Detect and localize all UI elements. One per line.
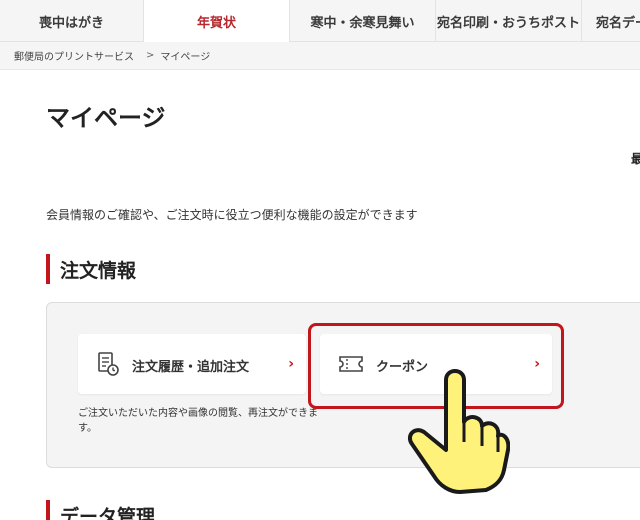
chevron-right-icon: › [288,356,294,372]
top-nav-tabs: 喪中はがき 年賀状 寒中・余寒見舞い 宛名印刷・おうちポスト 宛名デー [0,0,640,42]
page-title: マイページ [46,104,166,132]
page-intro-text: 会員情報のご確認や、ご注文時に役立つ便利な機能の設定ができます [46,208,418,222]
tab-address-printing[interactable]: 宛名印刷・おうちポスト [436,0,582,42]
section-title-orders: 注文情報 [60,259,137,282]
breadcrumb-separator: > [146,50,155,61]
tab-new-year-cards[interactable]: 年賀状 [144,0,290,42]
tab-winter-greetings[interactable]: 寒中・余寒見舞い [290,0,436,42]
tab-mourning-cards[interactable]: 喪中はがき [0,0,144,42]
section-heading-data: データ管理 [46,500,155,520]
receipt-icon [96,351,120,377]
breadcrumb: 郵便局のプリントサービス > マイページ [0,42,640,70]
pointing-hand-icon [398,358,511,498]
breadcrumb-current: マイページ [160,52,211,63]
cutoff-text: 最 [631,152,640,166]
section-accent-bar [46,254,50,284]
tab-address-data[interactable]: 宛名デー [582,0,640,42]
breadcrumb-home-link[interactable]: 郵便局のプリントサービス [14,48,134,63]
order-history-description: ご注文いただいた内容や画像の閲覧、再注文ができま す。 [78,408,318,434]
section-title-data: データ管理 [60,505,156,520]
section-heading-orders: 注文情報 [46,254,136,284]
section-accent-bar [46,500,50,520]
order-history-card[interactable]: 注文履歴・追加注文 › [78,334,306,394]
order-history-label: 注文履歴・追加注文 [132,360,250,375]
